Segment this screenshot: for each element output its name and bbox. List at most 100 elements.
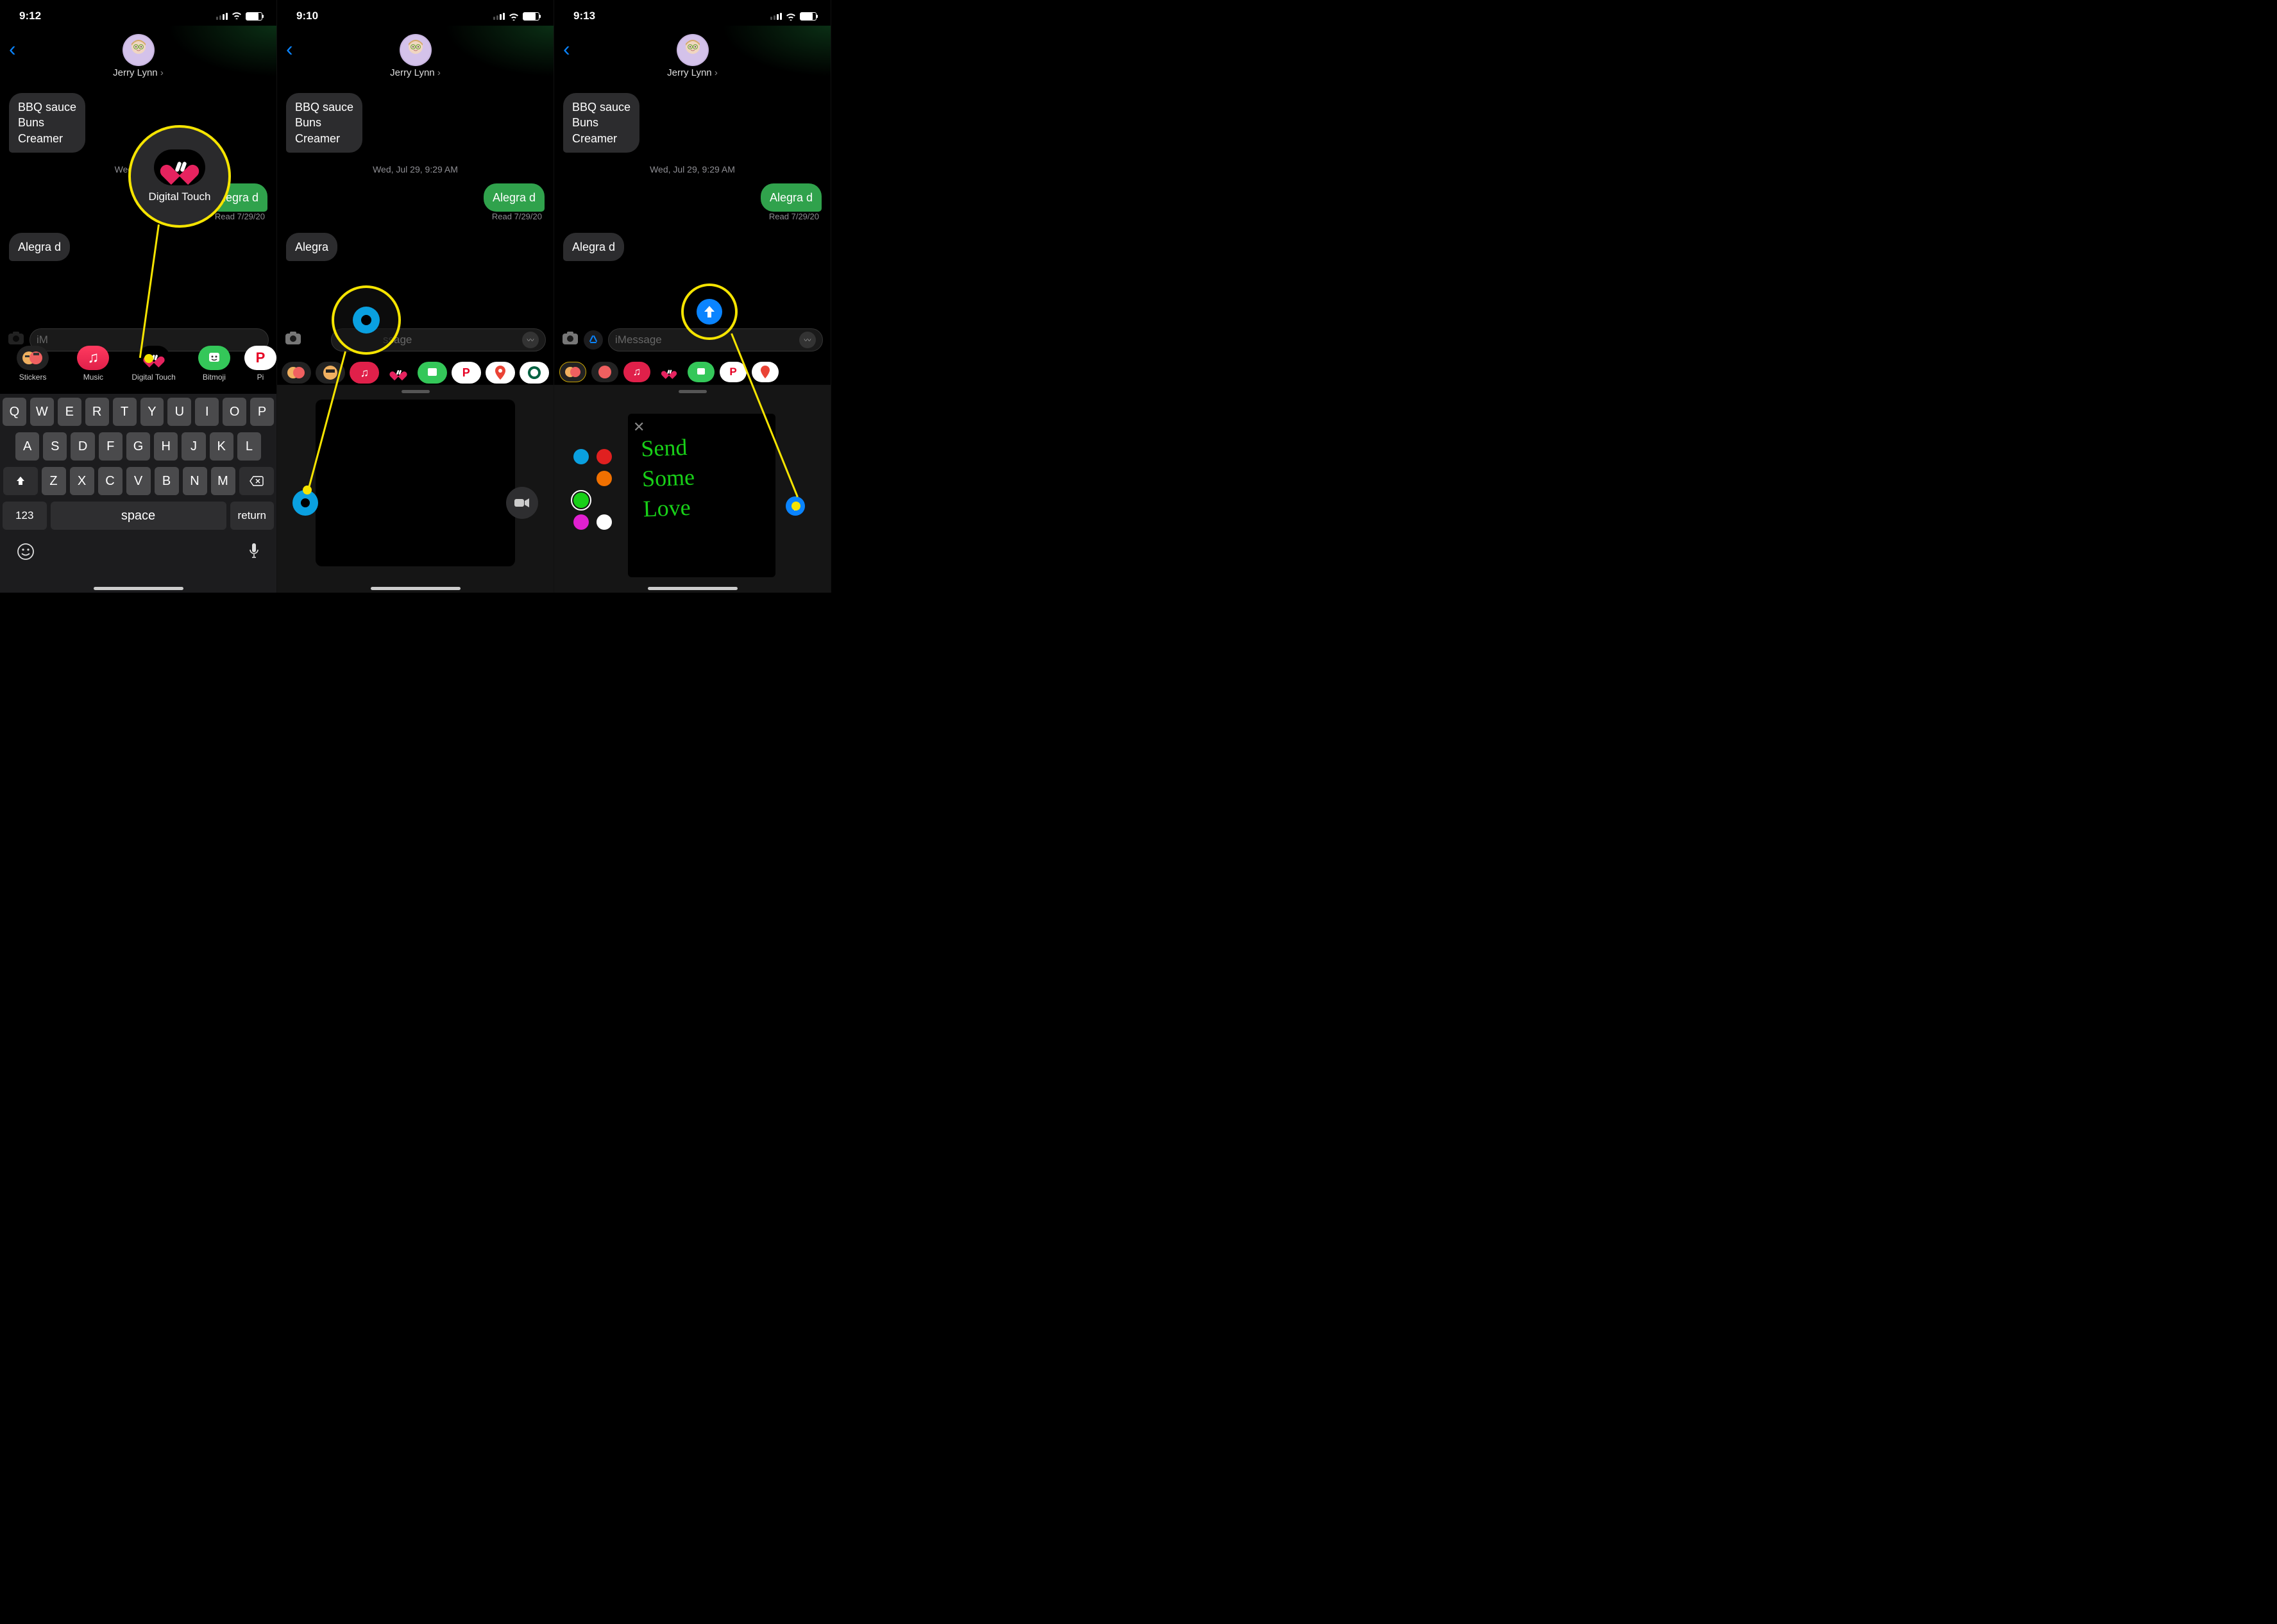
key-z[interactable]: Z bbox=[42, 467, 66, 495]
audio-message-icon[interactable]: 〰 bbox=[522, 332, 539, 348]
key-k[interactable]: K bbox=[210, 432, 233, 461]
key-return[interactable]: return bbox=[230, 502, 275, 530]
key-b[interactable]: B bbox=[155, 467, 179, 495]
color-green[interactable] bbox=[573, 493, 589, 508]
message-list[interactable]: BBQ sauceBunsCreamer Wed, Jul 29, 9:29 A… bbox=[277, 87, 554, 261]
dictation-button[interactable] bbox=[248, 543, 260, 564]
key-h[interactable]: H bbox=[154, 432, 178, 461]
app-bitmoji[interactable] bbox=[685, 362, 717, 382]
key-m[interactable]: M bbox=[211, 467, 235, 495]
color-orange[interactable] bbox=[597, 471, 612, 486]
home-indicator[interactable] bbox=[648, 587, 738, 590]
app-bitmoji[interactable] bbox=[416, 362, 450, 384]
back-button[interactable]: ‹ bbox=[286, 37, 293, 61]
message-input[interactable]: iMessage〰 bbox=[608, 328, 823, 351]
app-starbucks[interactable] bbox=[517, 362, 551, 384]
app-digital-touch[interactable] bbox=[653, 362, 685, 382]
app-bitmoji[interactable]: Bitmoji bbox=[184, 346, 244, 382]
color-palette[interactable] bbox=[573, 449, 612, 530]
color-magenta[interactable] bbox=[573, 514, 589, 530]
video-record-button[interactable] bbox=[506, 487, 538, 519]
app-pinterest[interactable]: P bbox=[449, 362, 483, 384]
conversation-header[interactable]: ‹ Jerry Lynn bbox=[277, 26, 554, 87]
key-backspace[interactable] bbox=[239, 467, 274, 495]
app-drawer[interactable]: ♫ P bbox=[277, 359, 554, 384]
app-stickers[interactable] bbox=[557, 362, 589, 382]
message-outgoing[interactable]: Alegra d bbox=[484, 183, 545, 212]
color-red[interactable] bbox=[597, 449, 612, 464]
message-incoming[interactable]: Alegra d bbox=[9, 233, 70, 261]
key-d[interactable]: D bbox=[71, 432, 94, 461]
home-indicator[interactable] bbox=[94, 587, 183, 590]
contact-avatar[interactable] bbox=[123, 34, 155, 66]
app-memoji[interactable] bbox=[589, 362, 621, 382]
key-r[interactable]: R bbox=[85, 398, 109, 426]
drawer-handle[interactable] bbox=[679, 390, 707, 393]
app-music[interactable]: ♫ bbox=[621, 362, 653, 382]
message-incoming[interactable]: Alegra bbox=[286, 233, 337, 261]
key-i[interactable]: I bbox=[195, 398, 219, 426]
back-button[interactable]: ‹ bbox=[563, 37, 570, 61]
app-music[interactable]: ♫ Music bbox=[63, 346, 123, 382]
key-space[interactable]: space bbox=[51, 502, 226, 530]
keyboard[interactable]: Q W E R T Y U I O P A S D F G H J K L Z … bbox=[0, 394, 276, 593]
compose-bar[interactable]: ssage〰 bbox=[277, 326, 554, 354]
app-store-button[interactable] bbox=[584, 330, 603, 350]
close-drawing-button[interactable]: ✕ bbox=[633, 419, 645, 436]
app-google-maps[interactable] bbox=[749, 362, 781, 382]
key-s[interactable]: S bbox=[43, 432, 67, 461]
key-o[interactable]: O bbox=[223, 398, 246, 426]
contact-avatar[interactable] bbox=[400, 34, 432, 66]
contact-name[interactable]: Jerry Lynn bbox=[113, 67, 164, 78]
conversation-header[interactable]: ‹ Jerry Lynn bbox=[0, 26, 276, 87]
app-stickers[interactable] bbox=[280, 362, 314, 384]
key-x[interactable]: X bbox=[70, 467, 94, 495]
message-incoming[interactable]: BBQ sauceBunsCreamer bbox=[286, 93, 362, 153]
key-g[interactable]: G bbox=[126, 432, 150, 461]
app-pinterest[interactable]: P Pi bbox=[244, 346, 276, 382]
app-digital-touch[interactable] bbox=[382, 362, 416, 384]
conversation-header[interactable]: ‹ Jerry Lynn bbox=[554, 26, 831, 87]
key-123[interactable]: 123 bbox=[3, 502, 47, 530]
app-digital-touch[interactable]: Digital Touch bbox=[124, 346, 184, 382]
key-a[interactable]: A bbox=[15, 432, 39, 461]
contact-avatar[interactable] bbox=[677, 34, 709, 66]
key-c[interactable]: C bbox=[98, 467, 123, 495]
app-stickers[interactable]: Stickers bbox=[3, 346, 63, 382]
key-y[interactable]: Y bbox=[140, 398, 164, 426]
message-outgoing[interactable]: Alegra d bbox=[761, 183, 822, 212]
key-v[interactable]: V bbox=[126, 467, 151, 495]
key-u[interactable]: U bbox=[167, 398, 191, 426]
compose-bar[interactable]: iMessage〰 bbox=[554, 326, 831, 354]
message-list[interactable]: BBQ sauceBunsCreamer Wed, Jul 29, 9:29 A… bbox=[554, 87, 831, 261]
message-incoming[interactable]: Alegra d bbox=[563, 233, 624, 261]
digital-touch-drawing[interactable]: ✕ Send Some Love bbox=[628, 414, 775, 577]
key-n[interactable]: N bbox=[183, 467, 207, 495]
color-white[interactable] bbox=[597, 514, 612, 530]
digital-touch-canvas[interactable] bbox=[316, 400, 515, 566]
back-button[interactable]: ‹ bbox=[9, 37, 16, 61]
home-indicator[interactable] bbox=[371, 587, 461, 590]
app-music[interactable]: ♫ bbox=[348, 362, 382, 384]
key-f[interactable]: F bbox=[99, 432, 123, 461]
key-l[interactable]: L bbox=[237, 432, 261, 461]
audio-message-icon[interactable]: 〰 bbox=[799, 332, 816, 348]
contact-name[interactable]: Jerry Lynn bbox=[390, 67, 441, 78]
key-j[interactable]: J bbox=[182, 432, 205, 461]
color-blue[interactable] bbox=[573, 449, 589, 464]
contact-name[interactable]: Jerry Lynn bbox=[667, 67, 718, 78]
app-drawer[interactable]: ♫ P bbox=[554, 359, 831, 382]
camera-icon[interactable] bbox=[285, 331, 301, 349]
message-incoming[interactable]: BBQ sauce Buns Creamer bbox=[9, 93, 85, 153]
app-drawer[interactable]: Stickers ♫ Music Digital Touch Bitmoji P… bbox=[0, 343, 276, 382]
key-t[interactable]: T bbox=[113, 398, 137, 426]
key-w[interactable]: W bbox=[30, 398, 54, 426]
drawer-handle[interactable] bbox=[402, 390, 430, 393]
emoji-button[interactable] bbox=[17, 543, 35, 564]
app-google-maps[interactable] bbox=[483, 362, 517, 384]
message-incoming[interactable]: BBQ sauceBunsCreamer bbox=[563, 93, 639, 153]
key-e[interactable]: E bbox=[58, 398, 81, 426]
key-p[interactable]: P bbox=[250, 398, 274, 426]
key-shift[interactable] bbox=[3, 467, 38, 495]
digital-touch-panel[interactable] bbox=[277, 385, 554, 593]
